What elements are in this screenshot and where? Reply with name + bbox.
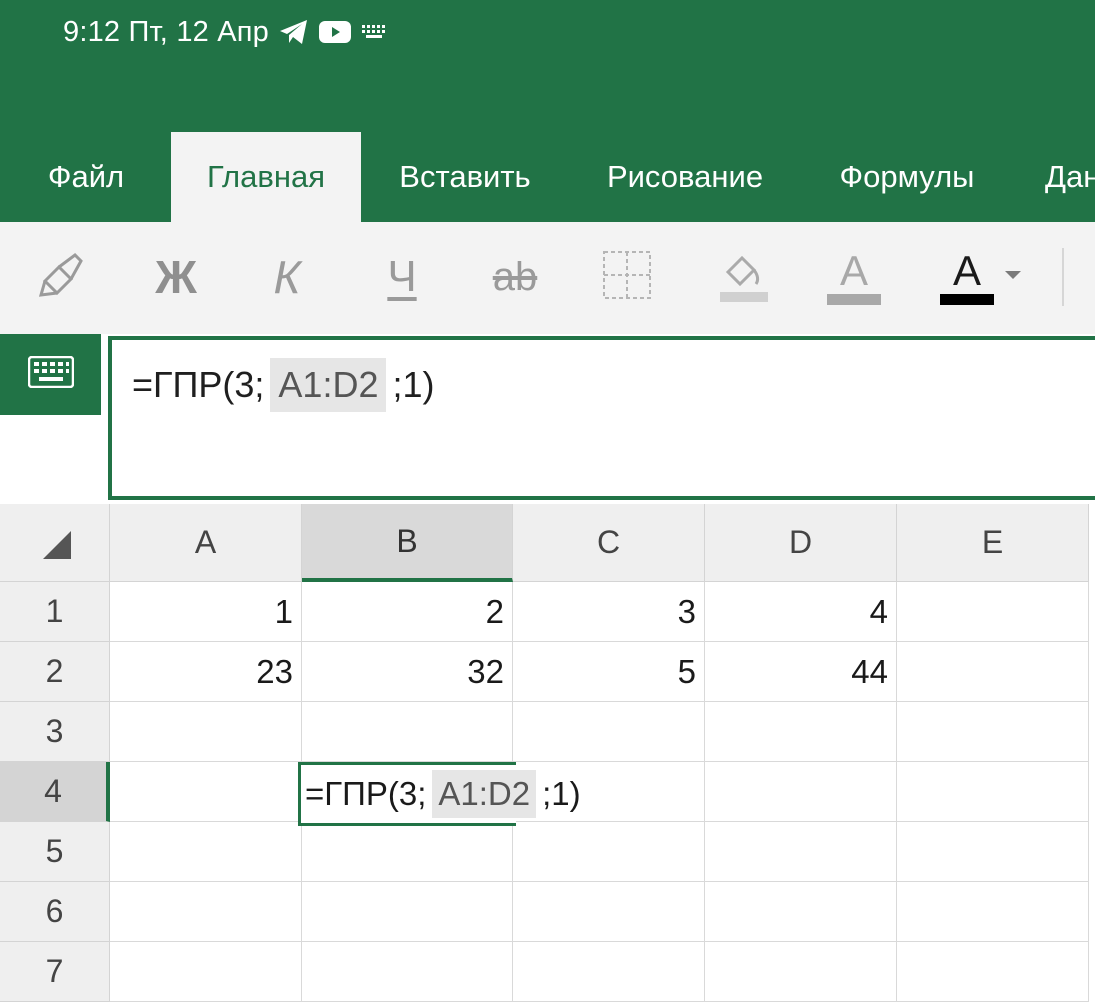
cell-e2[interactable] [897, 642, 1089, 702]
select-all-corner[interactable] [0, 504, 110, 582]
highlight-swatch [827, 293, 881, 305]
cell-d2[interactable]: 44 [705, 642, 897, 702]
formula-range-reference: A1:D2 [270, 358, 387, 412]
cell-e3[interactable] [897, 702, 1089, 762]
row-header-2[interactable]: 2 [0, 642, 110, 702]
cell-e5[interactable] [897, 822, 1089, 882]
font-color-button[interactable]: A [936, 244, 998, 310]
font-color-dropdown[interactable] [1000, 244, 1026, 310]
column-header-e[interactable]: E [897, 504, 1089, 582]
keyboard-toggle-button[interactable] [0, 334, 101, 415]
underline-button[interactable]: Ч [370, 244, 434, 310]
cell-a5[interactable] [110, 822, 302, 882]
fill-color-button[interactable] [708, 244, 774, 310]
cell-edit-text: =ГПР(3; A1:D2 ;1) [305, 762, 581, 826]
tab-formulas[interactable]: Формулы [812, 132, 1002, 222]
formula-prefix: =ГПР(3; [132, 364, 265, 405]
tab-file[interactable]: Файл [24, 132, 148, 222]
cell-a4[interactable] [110, 762, 302, 822]
app-header: 9:12 Пт, 12 Апр Файл Главная Вставить Ри… [0, 0, 1095, 222]
ribbon-tabs: Файл Главная Вставить Рисование Формулы … [0, 132, 1095, 222]
column-header-c[interactable]: C [513, 504, 705, 582]
youtube-icon [319, 20, 352, 44]
cell-a1[interactable]: 1 [110, 582, 302, 642]
tab-draw[interactable]: Рисование [580, 132, 790, 222]
ribbon-divider [1062, 248, 1064, 306]
font-color-label: A [952, 246, 981, 294]
tab-data[interactable]: Дан [1030, 132, 1095, 222]
borders-button[interactable] [596, 244, 658, 310]
cell-d4[interactable] [705, 762, 897, 822]
formula-text: =ГПР(3; A1:D2 ;1) [132, 358, 435, 412]
fill-color-icon [714, 248, 774, 307]
formula-suffix: ;1) [392, 364, 435, 405]
formula-input[interactable]: =ГПР(3; A1:D2 ;1) [108, 336, 1095, 500]
keyboard-icon [27, 355, 74, 393]
status-bar: 9:12 Пт, 12 Апр [63, 12, 389, 52]
row-header-1[interactable]: 1 [0, 582, 110, 642]
cell-b6[interactable] [302, 882, 513, 942]
cell-e6[interactable] [897, 882, 1089, 942]
cell-a2[interactable]: 23 [110, 642, 302, 702]
row-header-6[interactable]: 6 [0, 882, 110, 942]
cell-c3[interactable] [513, 702, 705, 762]
cell-e1[interactable] [897, 582, 1089, 642]
cell-e4[interactable] [897, 762, 1089, 822]
cell-e7[interactable] [897, 942, 1089, 1002]
cell-a6[interactable] [110, 882, 302, 942]
cell-a3[interactable] [110, 702, 302, 762]
cell-b2[interactable]: 32 [302, 642, 513, 702]
spreadsheet-grid: A B C D E 1 2 3 4 5 6 7 1 2 3 4 23 32 5 … [0, 504, 1095, 1002]
cell-b1[interactable]: 2 [302, 582, 513, 642]
format-painter-button[interactable] [30, 244, 96, 310]
cell-b5[interactable] [302, 822, 513, 882]
cell-c1[interactable]: 3 [513, 582, 705, 642]
column-header-a[interactable]: A [110, 504, 302, 582]
cell-d1[interactable]: 4 [705, 582, 897, 642]
cell-c5[interactable] [513, 822, 705, 882]
highlight-button[interactable]: A [823, 244, 885, 310]
cell-c7[interactable] [513, 942, 705, 1002]
row-header-3[interactable]: 3 [0, 702, 110, 762]
cell-d7[interactable] [705, 942, 897, 1002]
cell-formula-prefix: =ГПР(3; [305, 775, 427, 812]
italic-button[interactable]: К [255, 244, 319, 310]
formula-bar: =ГПР(3; A1:D2 ;1) [0, 334, 1095, 504]
keyboard-icon [361, 23, 389, 41]
cell-b7[interactable] [302, 942, 513, 1002]
cell-d3[interactable] [705, 702, 897, 762]
ribbon-toolbar: Ж К Ч ab A A [0, 222, 1095, 334]
chevron-down-icon [1004, 268, 1022, 286]
cell-b3[interactable] [302, 702, 513, 762]
telegram-icon [279, 19, 309, 45]
borders-icon [602, 250, 652, 305]
cell-formula-range-reference: A1:D2 [432, 770, 537, 818]
font-color-swatch [940, 293, 994, 305]
cell-c2[interactable]: 5 [513, 642, 705, 702]
column-header-d[interactable]: D [705, 504, 897, 582]
status-time: 9:12 Пт, 12 Апр [63, 15, 270, 48]
select-all-icon [42, 530, 72, 565]
tab-home[interactable]: Главная [171, 132, 361, 222]
tab-insert[interactable]: Вставить [370, 132, 560, 222]
cell-d5[interactable] [705, 822, 897, 882]
row-header-5[interactable]: 5 [0, 822, 110, 882]
cell-a7[interactable] [110, 942, 302, 1002]
highlight-label: A [839, 246, 868, 294]
cell-c6[interactable] [513, 882, 705, 942]
cell-d6[interactable] [705, 882, 897, 942]
row-header-7[interactable]: 7 [0, 942, 110, 1002]
bold-button[interactable]: Ж [140, 244, 212, 310]
column-header-b[interactable]: B [302, 504, 513, 582]
format-painter-icon [37, 251, 89, 304]
strikethrough-button[interactable]: ab [480, 244, 550, 310]
cell-formula-suffix: ;1) [542, 775, 581, 812]
row-header-4[interactable]: 4 [0, 762, 110, 822]
